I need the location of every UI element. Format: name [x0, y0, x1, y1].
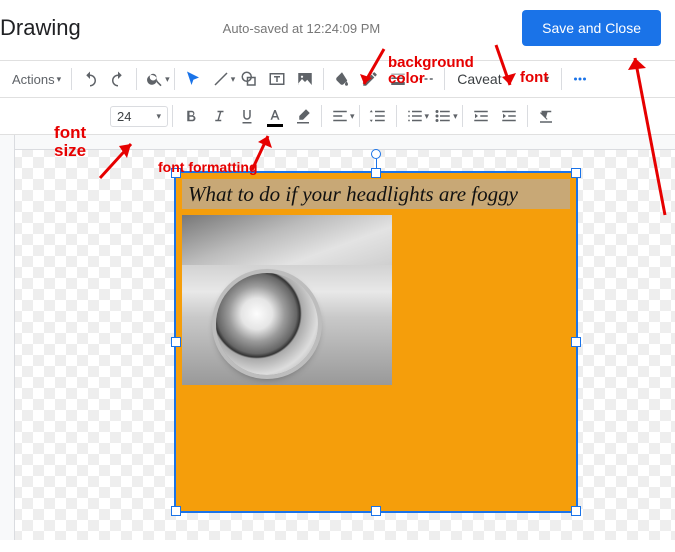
line-spacing-button[interactable] — [364, 102, 392, 130]
font-family-selector[interactable]: Caveat▾ — [449, 68, 557, 90]
more-options-button[interactable] — [566, 65, 594, 93]
dialog-title: Drawing — [0, 15, 81, 41]
fill-color-button[interactable] — [328, 65, 356, 93]
resize-handle-s[interactable] — [371, 506, 381, 516]
redo-button[interactable] — [104, 65, 132, 93]
separator — [71, 68, 72, 90]
separator — [321, 105, 322, 127]
separator — [136, 68, 137, 90]
separator — [323, 68, 324, 90]
separator — [174, 68, 175, 90]
separator — [396, 105, 397, 127]
embedded-image[interactable] — [182, 215, 392, 385]
caret-down-icon: ▾ — [544, 74, 549, 85]
italic-button[interactable] — [205, 102, 233, 130]
undo-button[interactable] — [76, 65, 104, 93]
resize-handle-sw[interactable] — [171, 506, 181, 516]
selected-shape[interactable]: What to do if your headlights are foggy — [174, 171, 578, 513]
shape-tool[interactable] — [235, 65, 263, 93]
underline-button[interactable] — [233, 102, 261, 130]
resize-handle-nw[interactable] — [171, 168, 181, 178]
actions-menu[interactable]: Actions▾ — [6, 67, 67, 92]
zoom-caret-icon[interactable]: ▾ — [165, 74, 170, 85]
rotate-handle[interactable] — [371, 149, 381, 159]
align-caret-icon[interactable]: ▾ — [350, 111, 355, 122]
resize-handle-e[interactable] — [571, 337, 581, 347]
shape-text-band[interactable]: What to do if your headlights are foggy — [182, 179, 570, 209]
resize-handle-ne[interactable] — [571, 168, 581, 178]
separator — [172, 105, 173, 127]
border-dash-button[interactable] — [412, 65, 440, 93]
vertical-ruler — [0, 135, 15, 540]
shape-text: What to do if your headlights are foggy — [188, 182, 518, 207]
separator — [527, 105, 528, 127]
border-weight-button[interactable] — [384, 65, 412, 93]
font-size-selector[interactable]: 24▾ — [110, 106, 168, 127]
resize-handle-n[interactable] — [371, 168, 381, 178]
caret-down-icon: ▾ — [57, 74, 62, 85]
separator — [561, 68, 562, 90]
text-color-button[interactable] — [261, 102, 289, 130]
caret-down-icon: ▾ — [156, 111, 161, 122]
horizontal-ruler — [0, 135, 675, 150]
border-color-button[interactable] — [356, 65, 384, 93]
clear-formatting-button[interactable] — [532, 102, 560, 130]
separator — [444, 68, 445, 90]
textbox-tool[interactable] — [263, 65, 291, 93]
select-tool[interactable] — [179, 65, 207, 93]
list-caret-icon[interactable]: ▾ — [453, 111, 458, 122]
resize-handle-w[interactable] — [171, 337, 181, 347]
autosave-status: Auto-saved at 12:24:09 PM — [223, 21, 381, 36]
save-and-close-button[interactable]: Save and Close — [522, 10, 661, 46]
drawing-canvas[interactable]: What to do if your headlights are foggy — [0, 135, 675, 540]
highlight-color-button[interactable] — [289, 102, 317, 130]
resize-handle-se[interactable] — [571, 506, 581, 516]
decrease-indent-button[interactable] — [467, 102, 495, 130]
increase-indent-button[interactable] — [495, 102, 523, 130]
image-tool[interactable] — [291, 65, 319, 93]
separator — [462, 105, 463, 127]
separator — [359, 105, 360, 127]
bold-button[interactable] — [177, 102, 205, 130]
